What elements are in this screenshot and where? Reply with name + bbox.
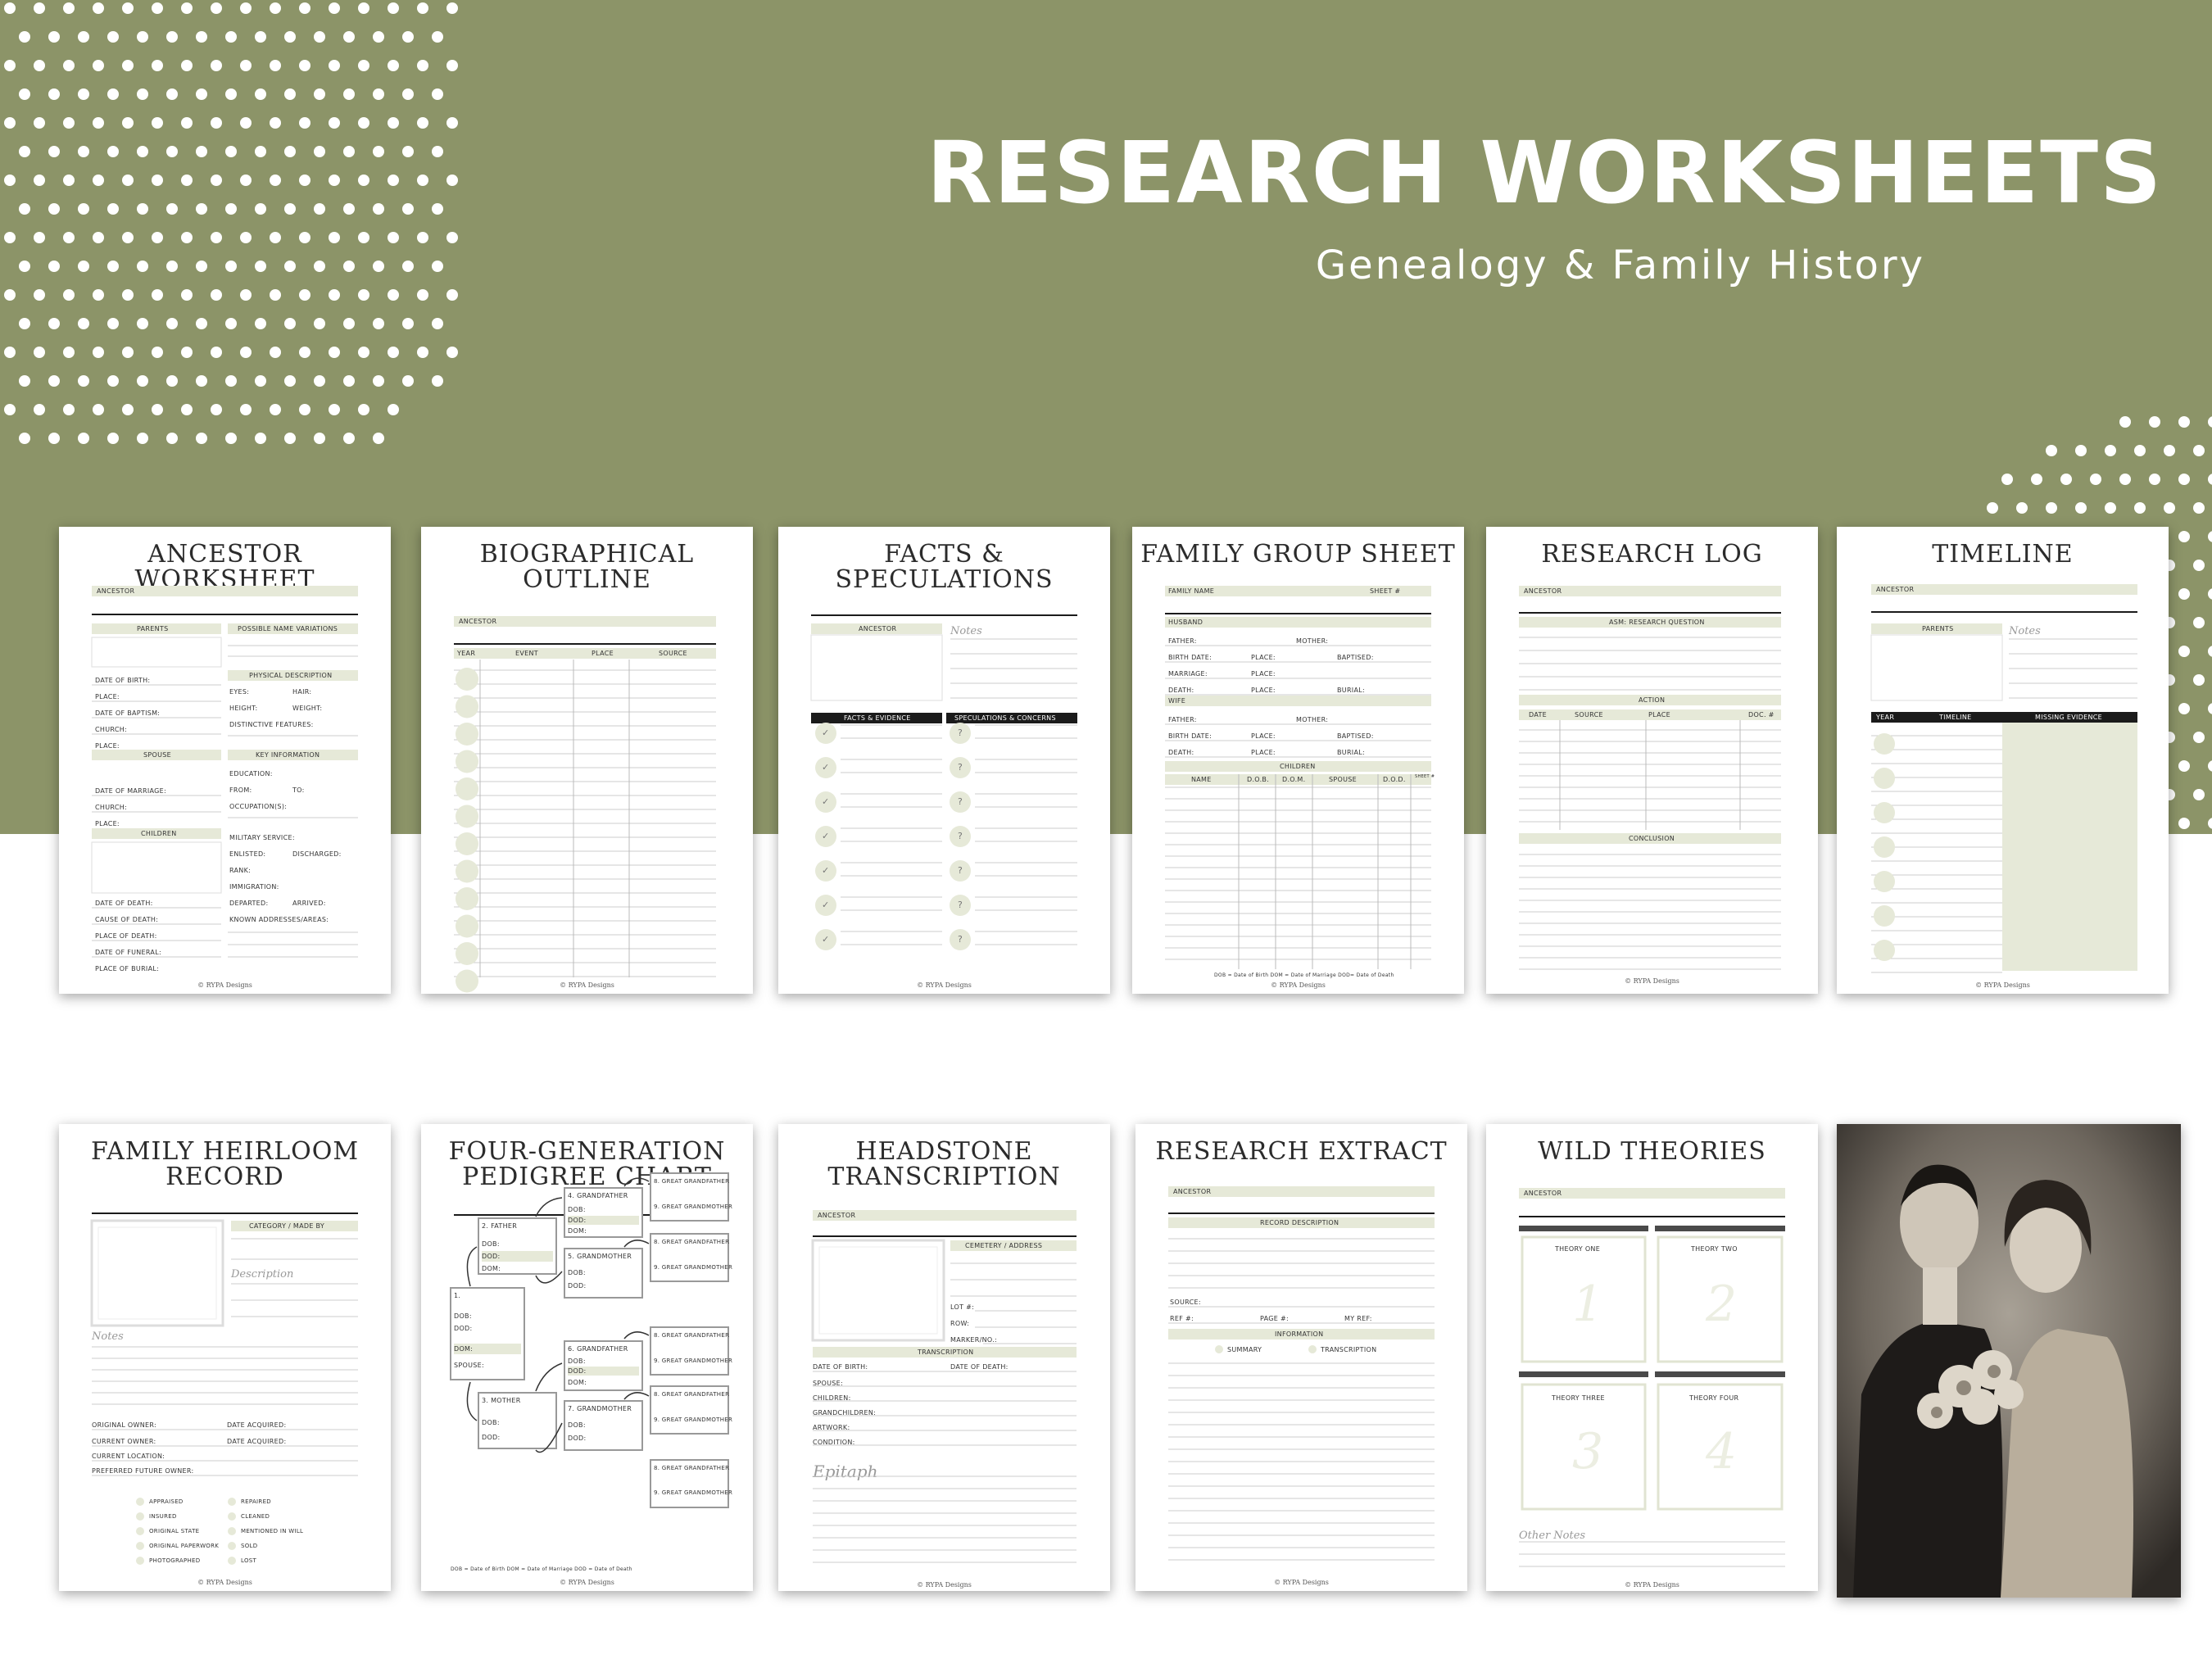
person-2: 2. FATHER xyxy=(482,1222,518,1230)
sheet-footer: © RYPA Designs xyxy=(917,981,972,989)
other-notes-label: Other Notes xyxy=(1519,1530,1586,1542)
page-title: RESEARCH WORKSHEETS xyxy=(927,123,2163,223)
sheet-ancestor-worksheet[interactable]: ANCESTOR WORKSHEET ANCESTOR PARENTS POSS… xyxy=(59,527,391,994)
field: DOD: xyxy=(482,1253,501,1260)
check-mark: ✓ xyxy=(822,831,830,841)
field: DOD: xyxy=(568,1217,587,1224)
field: DOM: xyxy=(568,1227,587,1235)
person-9: 9. GREAT GRANDMOTHER xyxy=(654,1416,733,1423)
field: DOM: xyxy=(454,1345,474,1353)
question-mark: ? xyxy=(958,865,963,876)
sheet-family-heirloom[interactable]: FAMILY HEIRLOOM RECORD CATEGORY / MADE B… xyxy=(59,1124,391,1591)
theory-boxes xyxy=(1519,1226,1785,1567)
sheet-pedigree-chart[interactable]: FOUR-GENERATION PEDIGREE CHART 1. DOB: D… xyxy=(421,1124,753,1591)
person-9: 9. GREAT GRANDMOTHER xyxy=(654,1203,733,1210)
sheet-facts-speculations[interactable]: FACTS & SPECULATIONS ANCESTOR Notes FACT… xyxy=(778,527,1110,994)
field: DOM: xyxy=(568,1379,587,1386)
check-mark: ✓ xyxy=(822,900,830,910)
page-subtitle: Genealogy & Family History xyxy=(1315,243,1925,288)
question-mark: ? xyxy=(958,934,963,945)
question-mark: ? xyxy=(958,762,963,773)
sheet-footer: © RYPA Designs xyxy=(197,1579,252,1586)
legend-text: DOB = Date of Birth DOM = Date of Marria… xyxy=(1214,972,1394,978)
field: DOB: xyxy=(568,1421,586,1429)
sheet-lines xyxy=(811,1239,1077,1563)
sheet-lines xyxy=(1165,645,1431,969)
theory-number: 1 xyxy=(1572,1276,1604,1333)
question-mark: ? xyxy=(958,796,963,807)
field: DOB: xyxy=(568,1269,586,1276)
legend-text: DOB = Date of Birth DOM = Date of Marria… xyxy=(451,1566,632,1572)
question-mark: ? xyxy=(958,728,963,738)
theory-number: 3 xyxy=(1572,1423,1604,1480)
field: DOB: xyxy=(482,1240,500,1248)
sheet-lines xyxy=(91,637,358,958)
sheet-footer: © RYPA Designs xyxy=(1274,1579,1329,1586)
sheet-footer: © RYPA Designs xyxy=(1975,981,2030,989)
sheet-headstone[interactable]: HEADSTONE TRANSCRIPTION ANCESTOR CEMETER… xyxy=(778,1124,1110,1591)
vintage-couple-photo xyxy=(1837,1124,2181,1598)
check-mark: ✓ xyxy=(822,865,830,876)
check-mark: ✓ xyxy=(822,934,830,945)
dot-pattern-top-left xyxy=(0,0,475,459)
field: DOB: xyxy=(568,1206,586,1213)
person-8: 8. GREAT GRANDFATHER xyxy=(654,1332,730,1339)
person-5: 5. GRANDMOTHER xyxy=(568,1253,632,1260)
person-9: 9. GREAT GRANDMOTHER xyxy=(654,1489,733,1496)
field: SPOUSE: xyxy=(454,1362,484,1369)
sheet-research-extract[interactable]: RESEARCH EXTRACT ANCESTOR RECORD DESCRIP… xyxy=(1135,1124,1467,1591)
check-mark: ✓ xyxy=(822,762,830,773)
sheet-biographical-outline[interactable]: BIOGRAPHICAL OUTLINE ANCESTOR YEAR EVENT… xyxy=(421,527,753,994)
field: DOD: xyxy=(568,1282,587,1290)
sheet-lines xyxy=(1870,634,2137,973)
sheet-lines xyxy=(810,634,1077,950)
theory-three-label: THEORY THREE xyxy=(1552,1394,1605,1402)
person-8: 8. GREAT GRANDFATHER xyxy=(654,1178,730,1185)
theory-two-label: THEORY TWO xyxy=(1691,1245,1738,1253)
sheet-footer: © RYPA Designs xyxy=(197,981,252,989)
person-9: 9. GREAT GRANDMOTHER xyxy=(654,1264,733,1271)
sheet-timeline[interactable]: TIMELINE ANCESTOR PARENTS Notes YEAR TIM… xyxy=(1837,527,2169,994)
sheet-lines xyxy=(1519,637,1781,970)
check-mark: ✓ xyxy=(822,796,830,807)
theory-four-label: THEORY FOUR xyxy=(1689,1394,1739,1402)
sheet-footer: © RYPA Designs xyxy=(1625,1581,1679,1589)
theory-number: 2 xyxy=(1706,1276,1738,1333)
field: DOD: xyxy=(568,1367,587,1375)
person-4: 4. GRANDFATHER xyxy=(568,1192,628,1199)
sheet-lines xyxy=(90,1219,358,1476)
field: DOM: xyxy=(482,1265,501,1272)
sheet-footer: © RYPA Designs xyxy=(560,1579,614,1586)
sheet-footer: © RYPA Designs xyxy=(917,1581,972,1589)
sheet-footer: © RYPA Designs xyxy=(1271,981,1326,989)
sheet-footer: © RYPA Designs xyxy=(560,981,614,989)
person-9: 9. GREAT GRANDMOTHER xyxy=(654,1358,733,1364)
theory-one-label: THEORY ONE xyxy=(1555,1245,1601,1253)
field: DOB: xyxy=(482,1419,500,1426)
sheet-lines xyxy=(454,660,716,993)
person-8: 8. GREAT GRANDFATHER xyxy=(654,1465,730,1471)
theory-number: 4 xyxy=(1706,1423,1738,1480)
person-8: 8. GREAT GRANDFATHER xyxy=(654,1391,730,1398)
sheet-footer: © RYPA Designs xyxy=(1625,977,1679,985)
person-8: 8. GREAT GRANDFATHER xyxy=(654,1239,730,1245)
sheet-research-log[interactable]: RESEARCH LOG ANCESTOR ASM: RESEARCH QUES… xyxy=(1486,527,1818,994)
question-mark: ? xyxy=(958,831,963,841)
check-mark: ✓ xyxy=(822,728,830,738)
person-3: 3. MOTHER xyxy=(482,1397,521,1404)
field: DOD: xyxy=(568,1435,587,1442)
person-6: 6. GRANDFATHER xyxy=(568,1345,628,1353)
field: DOB: xyxy=(568,1358,586,1365)
question-mark: ? xyxy=(958,900,963,910)
sheet-wild-theories[interactable]: WILD THEORIES ANCESTOR THEORY ONE THEORY… xyxy=(1486,1124,1818,1591)
field: DOD: xyxy=(454,1325,473,1332)
field: DOB: xyxy=(454,1312,472,1320)
field: DOD: xyxy=(482,1434,501,1441)
person-7: 7. GRANDMOTHER xyxy=(568,1405,632,1412)
person-1: 1. xyxy=(454,1292,461,1299)
sheet-lines xyxy=(1168,1238,1435,1561)
sheet-family-group[interactable]: FAMILY GROUP SHEET FAMILY NAME SHEET # H… xyxy=(1132,527,1464,994)
